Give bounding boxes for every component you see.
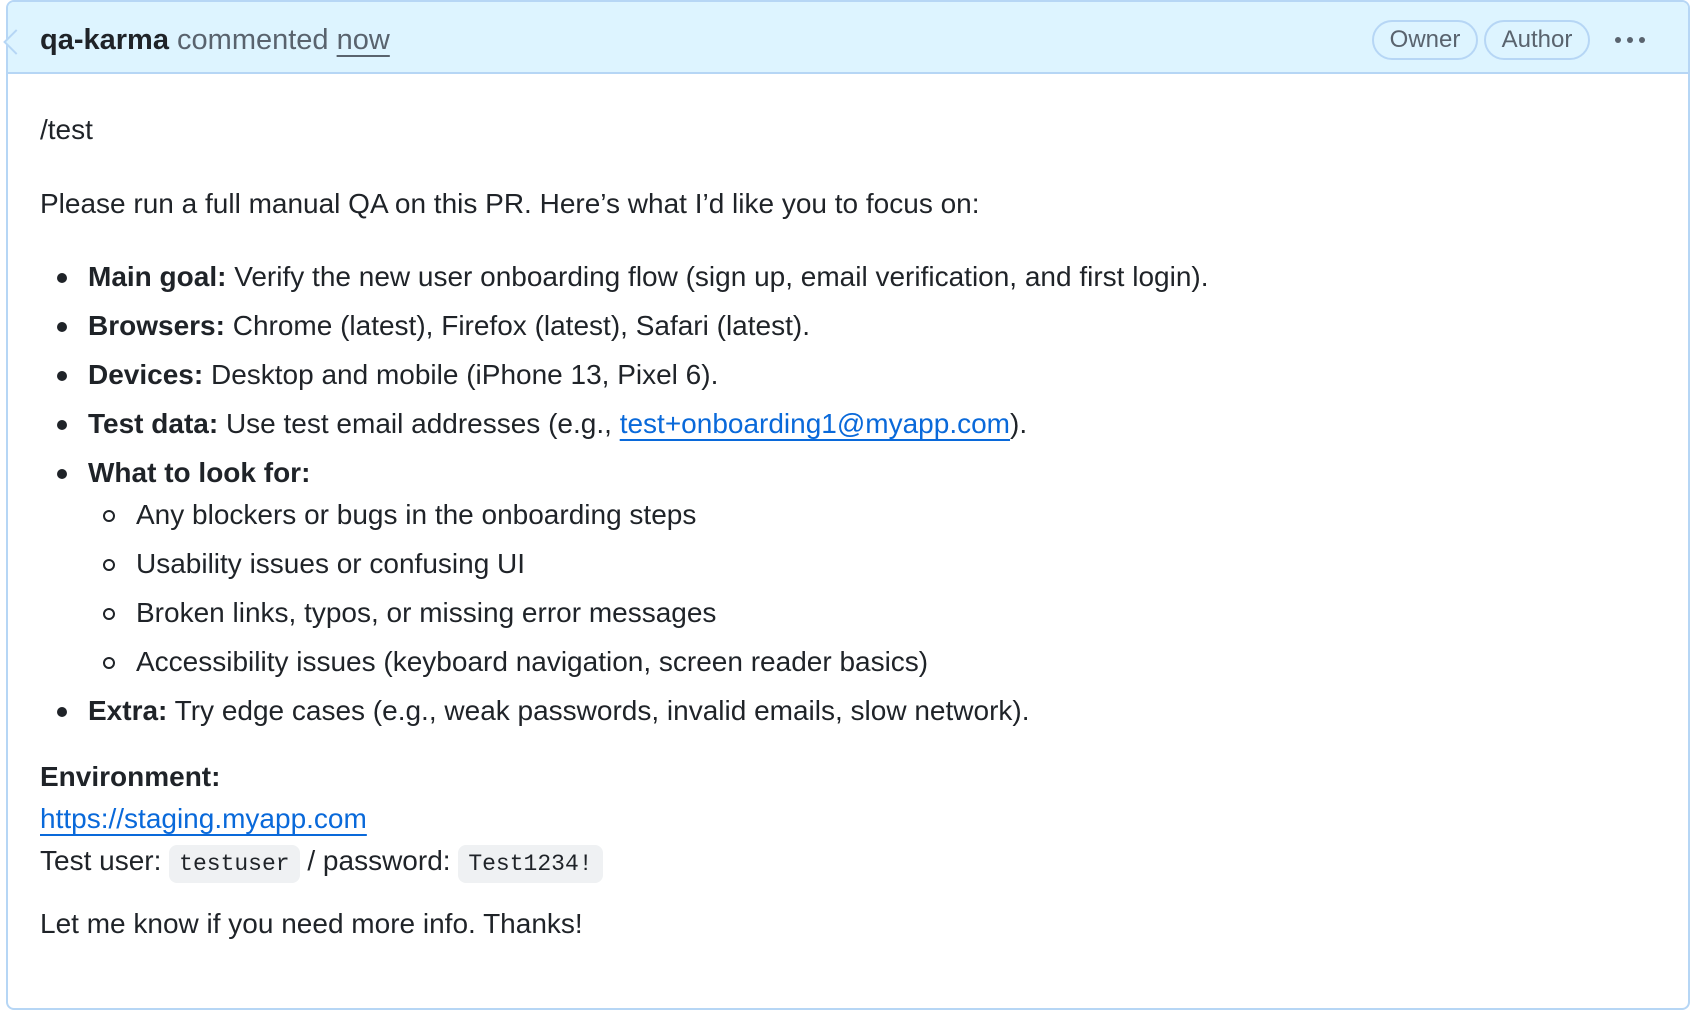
- list-item-extra: Extra: Try edge cases (e.g., weak passwo…: [40, 691, 1209, 740]
- list-item-test-data: Test data: Use test email addresses (e.g…: [40, 404, 1209, 453]
- author-badge: Author: [1484, 20, 1590, 60]
- sublist-item: Any blockers or bugs in the onboarding s…: [88, 495, 1209, 544]
- comment-box: qa-karma commented now Owner Author /tes…: [3, 0, 1690, 1010]
- username-code: testuser: [169, 845, 300, 883]
- environment-label: Environment:: [40, 761, 221, 792]
- test-email-link[interactable]: test+onboarding1@myapp.com: [620, 408, 1010, 439]
- look-for-sublist: Any blockers or bugs in the onboarding s…: [88, 495, 1209, 691]
- environment-block: Environment: https://staging.myapp.com T…: [40, 757, 603, 883]
- sublist-item: Usability issues or confusing UI: [88, 544, 1209, 593]
- sublist-item: Accessibility issues (keyboard navigatio…: [88, 642, 1209, 691]
- sublist-item: Broken links, typos, or missing error me…: [88, 593, 1209, 642]
- list-item-devices: Devices: Desktop and mobile (iPhone 13, …: [40, 355, 1209, 404]
- credentials-line: Test user: testuser / password: Test1234…: [40, 841, 603, 883]
- list-item-browsers: Browsers: Chrome (latest), Firefox (late…: [40, 306, 1209, 355]
- list-item-main-goal: Main goal: Verify the new user onboardin…: [40, 257, 1209, 306]
- list-item-what-to-look-for: What to look for: Any blockers or bugs i…: [40, 453, 1209, 691]
- intro-text: Please run a full manual QA on this PR. …: [40, 188, 980, 219]
- comment-header: qa-karma commented now Owner Author: [8, 2, 1688, 74]
- command-text: /test: [40, 114, 93, 145]
- kebab-horizontal-icon[interactable]: [1610, 20, 1650, 60]
- password-code: Test1234!: [458, 845, 603, 883]
- comment-header-text: qa-karma commented now: [40, 22, 390, 58]
- author-link[interactable]: qa-karma: [40, 24, 169, 56]
- staging-url-link[interactable]: https://staging.myapp.com: [40, 803, 367, 834]
- focus-list: Main goal: Verify the new user onboardin…: [40, 257, 1209, 740]
- closing-text: Let me know if you need more info. Thank…: [40, 908, 583, 939]
- comment-action: commented: [177, 24, 329, 56]
- owner-badge: Owner: [1372, 20, 1478, 60]
- comment-timestamp[interactable]: now: [337, 24, 390, 56]
